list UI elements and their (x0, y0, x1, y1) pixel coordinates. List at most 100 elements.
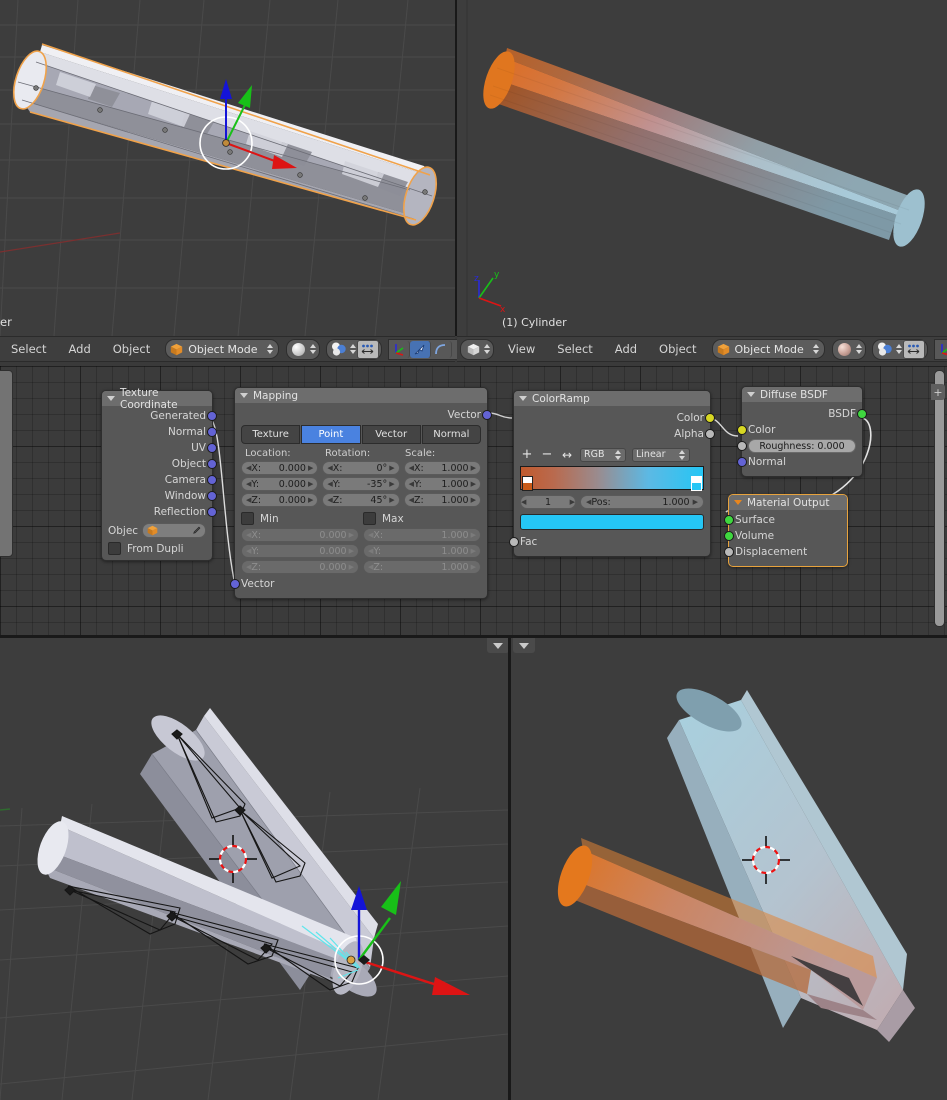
area-split-vertical-bottom[interactable] (508, 638, 511, 1100)
node-header-material-output[interactable]: Material Output (729, 495, 847, 510)
from-dupli-row[interactable]: From Dupli (108, 542, 206, 555)
shading-sphere-icon-right[interactable] (835, 341, 855, 358)
scene-dots-icon[interactable] (329, 341, 349, 358)
socket-roughness-in[interactable] (737, 441, 747, 451)
editor-type-spinner[interactable] (483, 342, 491, 356)
socket-diffuse-normal-in[interactable] (737, 457, 747, 467)
colorramp-color-mode[interactable]: RGB (580, 447, 626, 462)
scale-y-field[interactable]: ◀ Y: 1.000 ▶ (403, 477, 481, 491)
min-row[interactable]: Min (241, 512, 359, 525)
socket-row-camera[interactable]: Camera (108, 472, 217, 488)
scene-dots-icon-right[interactable] (875, 341, 895, 358)
editor-type-group-right[interactable] (460, 338, 494, 360)
shading-group-left[interactable] (285, 338, 320, 360)
node-editor-plus-tab[interactable]: + (931, 384, 945, 400)
resize-arrows-icon-right[interactable] (902, 339, 925, 359)
socket-row-normal[interactable]: Normal (108, 424, 217, 440)
socket-row-alpha-out[interactable]: Alpha (520, 426, 715, 442)
viewport-top-right[interactable]: z y x (1) Cylinder (457, 0, 947, 336)
rotation-x-field[interactable]: ◀ X: 0° ▶ (322, 461, 400, 475)
eyedropper-icon[interactable] (191, 526, 201, 536)
tool-group-right[interactable] (933, 338, 947, 360)
tab-vector[interactable]: Vector (361, 425, 421, 444)
axis-gizmo-icon-right[interactable] (935, 341, 947, 358)
viewport-header-toggle-bottom-right[interactable] (513, 638, 535, 653)
socket-row-surface[interactable]: Surface (724, 512, 841, 528)
socket-reflection[interactable] (207, 507, 217, 517)
colorramp-pos-field[interactable]: ◀ Pos: 1.000 ▶ (580, 495, 704, 509)
node-header-mapping[interactable]: Mapping (235, 388, 487, 403)
socket-row-reflection[interactable]: Reflection (108, 504, 217, 520)
viewport-bottom-left[interactable] (0, 638, 508, 1100)
socket-camera[interactable] (207, 475, 217, 485)
node-editor-vertical-scrollbar[interactable] (934, 370, 945, 627)
scene-group-right[interactable] (871, 338, 928, 360)
shading-spinner-right[interactable] (855, 342, 863, 356)
node-diffuse-bsdf[interactable]: Diffuse BSDF BSDF Color Roughness: 0.000 (737, 386, 867, 477)
node-header-diffuse-bsdf[interactable]: Diffuse BSDF (742, 387, 862, 402)
mode-spinner-right[interactable] (812, 342, 820, 356)
menu-add-right[interactable]: Add (604, 336, 648, 362)
socket-row-diffuse-color-in[interactable]: Color (737, 422, 856, 438)
area-split-vertical-top[interactable] (455, 0, 457, 336)
scene-spinner-right[interactable] (895, 342, 903, 356)
colorramp-index-field[interactable]: ◀ 1 ▶ (520, 495, 576, 509)
rotation-fields[interactable]: ◀ X: 0° ▶ ◀ Y: -35° ▶ ◀ Z: 45° ▶ (322, 461, 400, 507)
socket-surface-in[interactable] (724, 515, 734, 525)
collapse-triangle-icon-colorramp[interactable] (519, 396, 527, 401)
socket-bsdf-out[interactable] (857, 409, 867, 419)
header-right[interactable]: View Select Add Object Object Mode (457, 336, 947, 362)
colorramp-stop-right[interactable] (691, 476, 702, 491)
socket-mapping-vector-out[interactable] (482, 410, 492, 420)
max-checkbox[interactable] (363, 512, 376, 525)
colorramp-interpolation[interactable]: Linear (632, 447, 690, 462)
shading-spinner-left[interactable] (309, 342, 317, 356)
socket-row-uv[interactable]: UV (108, 440, 217, 456)
socket-diffuse-color-in[interactable] (737, 425, 747, 435)
scale-z-field[interactable]: ◀ Z: 1.000 ▶ (403, 493, 481, 507)
object-picker-field[interactable] (142, 523, 206, 538)
from-dupli-checkbox[interactable] (108, 542, 121, 555)
mode-selector-right[interactable]: Object Mode (711, 339, 825, 359)
rotation-y-field[interactable]: ◀ Y: -35° ▶ (322, 477, 400, 491)
socket-window[interactable] (207, 491, 217, 501)
socket-row-bsdf-out[interactable]: BSDF (748, 406, 867, 422)
collapse-triangle-icon-diffuse[interactable] (747, 392, 755, 397)
location-fields[interactable]: ◀ X: 0.000 ▶ ◀ Y: 0.000 ▶ ◀ Z: 0.000 ▶ (241, 461, 319, 507)
viewport-header-toggle-bottom-left[interactable] (487, 638, 508, 653)
collapse-triangle-icon-mapping[interactable] (240, 393, 248, 398)
socket-row-object[interactable]: Object (108, 456, 217, 472)
socket-alpha-out[interactable] (705, 429, 715, 439)
node-header-texture-coordinate[interactable]: Texture Coordinate (102, 387, 212, 411)
socket-row-roughness[interactable]: Roughness: 0.000 (737, 438, 856, 454)
socket-row-volume[interactable]: Volume (724, 528, 841, 544)
scale-fields[interactable]: ◀ X: 1.000 ▶ ◀ Y: 1.000 ▶ ◀ Z: 1.000 ▶ (403, 461, 481, 507)
node-texture-coordinate[interactable]: Texture Coordinate Generated Normal UV O… (101, 387, 217, 561)
menu-object-right[interactable]: Object (648, 336, 707, 362)
curve-icon[interactable] (431, 340, 452, 358)
colorramp-add-button[interactable]: + (520, 447, 534, 462)
scale-x-field[interactable]: ◀ X: 1.000 ▶ (403, 461, 481, 475)
socket-object[interactable] (207, 459, 217, 469)
max-row[interactable]: Max (363, 512, 481, 525)
menu-add-left[interactable]: Add (57, 336, 101, 362)
mode-selector-left[interactable]: Object Mode (165, 339, 279, 359)
colorramp-stop-left[interactable] (522, 476, 533, 491)
viewport-bottom-right[interactable] (511, 638, 947, 1100)
rotation-z-field[interactable]: ◀ Z: 45° ▶ (322, 493, 400, 507)
mapping-type-tabs[interactable]: Texture Point Vector Normal (241, 425, 481, 444)
socket-mapping-vector-in[interactable] (230, 579, 240, 589)
tab-normal[interactable]: Normal (421, 425, 481, 444)
socket-row-mapping-vector-out[interactable]: Vector (241, 407, 492, 423)
socket-row-displacement[interactable]: Displacement (724, 544, 841, 560)
header-left[interactable]: Select Add Object Object Mode (0, 336, 498, 362)
node-material-output[interactable]: Material Output Surface Volume Displacem… (724, 494, 848, 567)
socket-row-mapping-vector-in[interactable]: Vector (230, 576, 481, 592)
location-y-field[interactable]: ◀ Y: 0.000 ▶ (241, 477, 319, 491)
socket-row-diffuse-normal-in[interactable]: Normal (737, 454, 856, 470)
collapse-triangle-icon-matout[interactable] (734, 500, 742, 505)
mode-spinner-left[interactable] (266, 342, 274, 356)
scene-spinner-left[interactable] (349, 342, 357, 356)
socket-row-window[interactable]: Window (108, 488, 217, 504)
socket-color-out[interactable] (705, 413, 715, 423)
